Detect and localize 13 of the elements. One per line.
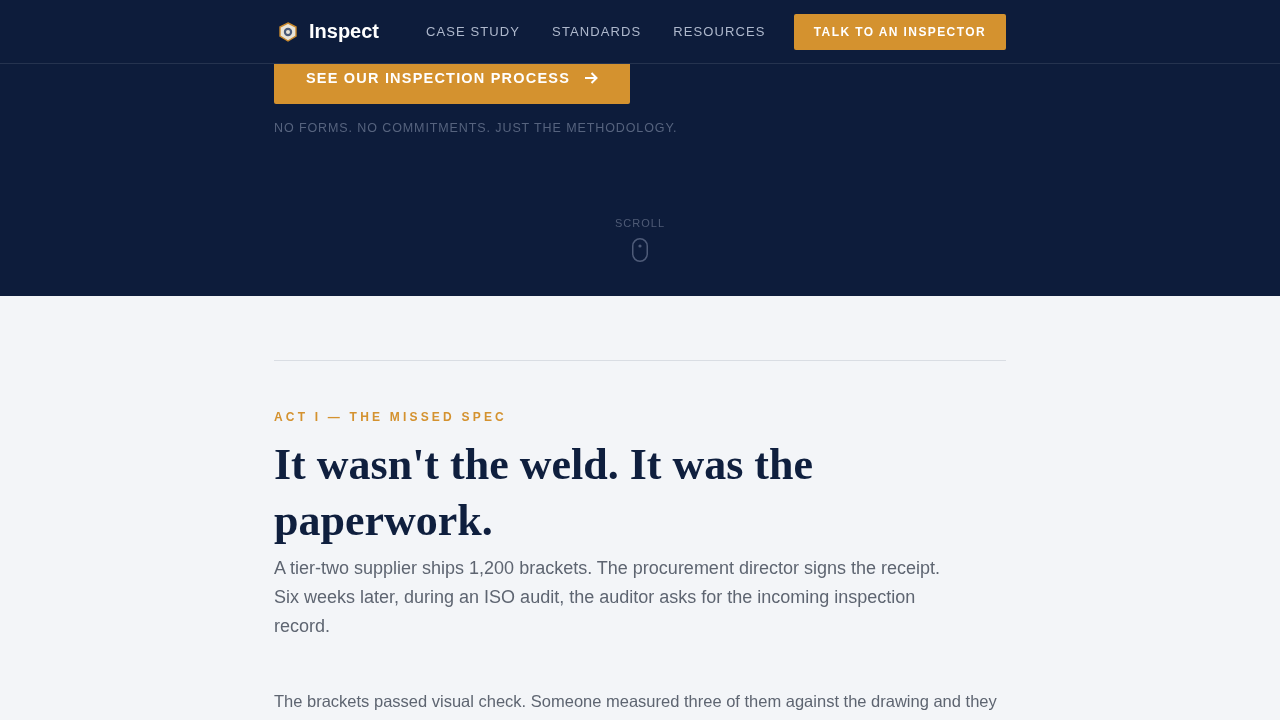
logo-link[interactable]: Inspect: [279, 20, 380, 43]
nav-link[interactable]: STANDARDS: [552, 24, 642, 39]
nav-link[interactable]: RESOURCES: [673, 24, 766, 39]
mouse-icon: [632, 238, 648, 262]
arrow-right-icon: [584, 72, 599, 84]
hero-note: NO FORMS. NO COMMITMENTS. JUST THE METHODOLOGY.: [274, 121, 678, 136]
section-heading: It wasn't the weld. It was the paperwork.: [274, 439, 814, 547]
body-paragraph: The brackets passed visual check. Someone measured three of them against the drawing and they: [274, 691, 998, 712]
nav-link[interactable]: CASE STUDY: [426, 24, 521, 39]
lead-paragraph: A tier-two supplier ships 1,200 brackets. The procurement director signs the receipt. Six weeks later, during an ISO audit, the auditor asks for the incoming inspection record.: [274, 557, 941, 638]
section-eyebrow: ACT I — THE MISSED SPEC: [274, 409, 508, 425]
scroll-hint: SCROLL: [615, 217, 665, 230]
shield-logo-icon: [279, 21, 297, 42]
